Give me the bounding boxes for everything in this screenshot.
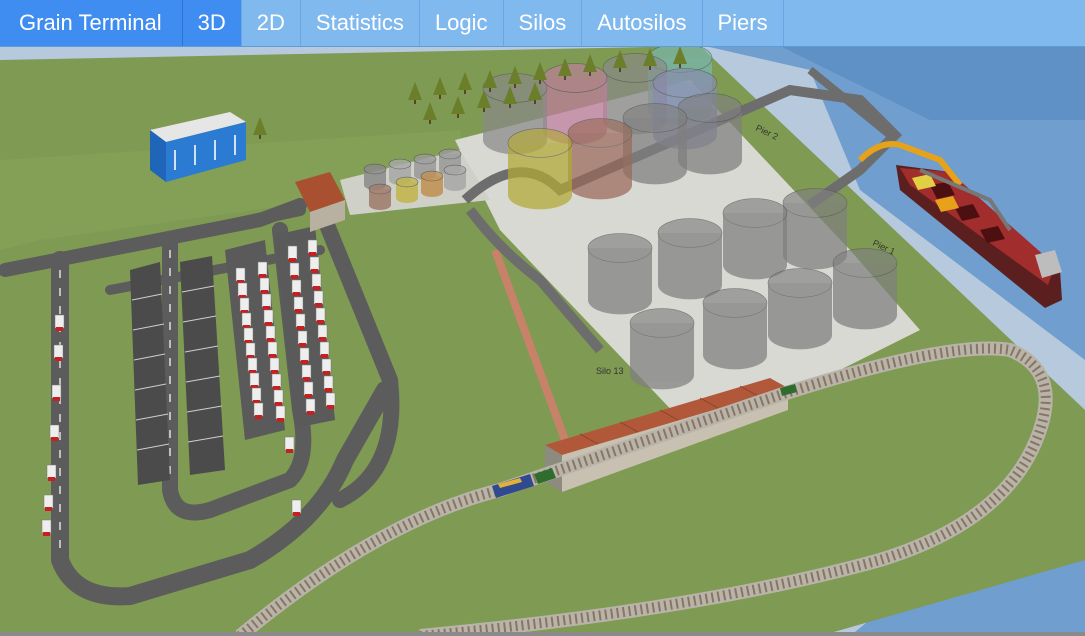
- truck: [313, 290, 324, 307]
- silo: [832, 248, 898, 330]
- truck: [46, 464, 57, 481]
- truck: [315, 307, 326, 324]
- silo: [702, 288, 768, 370]
- truck: [323, 375, 334, 392]
- truck: [307, 239, 318, 256]
- silo: [420, 170, 444, 197]
- truck: [261, 293, 272, 310]
- truck: [263, 309, 274, 326]
- viewport-bottom-border: [0, 632, 1085, 636]
- truck: [235, 267, 246, 284]
- truck: [239, 297, 250, 314]
- tab-logic[interactable]: Logic: [420, 0, 504, 46]
- tab-statistics[interactable]: Statistics: [301, 0, 420, 46]
- truck: [301, 364, 312, 381]
- truck: [289, 262, 300, 279]
- truck: [269, 357, 280, 374]
- truck: [43, 494, 54, 511]
- silo-13-label: Silo 13: [596, 366, 624, 376]
- truck: [317, 324, 328, 341]
- silo: [507, 128, 573, 210]
- truck: [309, 256, 320, 273]
- silo: [368, 183, 392, 210]
- silo: [677, 93, 743, 175]
- truck: [49, 424, 60, 441]
- truck: [251, 387, 262, 404]
- silo: [443, 164, 467, 191]
- truck: [299, 347, 310, 364]
- truck: [297, 330, 308, 347]
- truck: [253, 402, 264, 419]
- truck: [311, 273, 322, 290]
- truck: [275, 405, 286, 422]
- truck: [319, 341, 330, 358]
- silo: [622, 103, 688, 185]
- silo: [587, 233, 653, 315]
- truck: [247, 357, 258, 374]
- scene-canvas[interactable]: Pier 1 Pier 2 Silo 13: [0, 46, 1085, 636]
- silo: [767, 268, 833, 350]
- truck: [249, 372, 260, 389]
- truck: [241, 312, 252, 329]
- truck: [284, 436, 295, 453]
- tab-piers[interactable]: Piers: [703, 0, 784, 46]
- truck: [51, 384, 62, 401]
- app-title[interactable]: Grain Terminal: [0, 0, 183, 46]
- truck: [245, 342, 256, 359]
- truck: [273, 389, 284, 406]
- truck: [303, 381, 314, 398]
- truck: [271, 373, 282, 390]
- 3d-viewport[interactable]: Pier 1 Pier 2 Silo 13: [0, 46, 1085, 636]
- truck: [267, 341, 278, 358]
- truck: [53, 344, 64, 361]
- silo: [722, 198, 788, 280]
- truck: [41, 519, 52, 536]
- truck: [265, 325, 276, 342]
- truck: [287, 245, 298, 262]
- silo: [567, 118, 633, 200]
- truck: [237, 282, 248, 299]
- truck: [295, 313, 306, 330]
- top-navigation-bar: Grain Terminal 3D 2D Statistics Logic Si…: [0, 0, 1085, 47]
- truck: [257, 261, 268, 278]
- truck: [325, 392, 336, 409]
- truck: [243, 327, 254, 344]
- tab-3d[interactable]: 3D: [182, 0, 242, 46]
- truck: [54, 314, 65, 331]
- truck: [293, 296, 304, 313]
- silo: [629, 308, 695, 390]
- silo: [657, 218, 723, 300]
- tab-autosilos[interactable]: Autosilos: [582, 0, 703, 46]
- tab-2d[interactable]: 2D: [242, 0, 301, 46]
- truck: [259, 277, 270, 294]
- tab-silos[interactable]: Silos: [504, 0, 583, 46]
- truck: [291, 499, 302, 516]
- truck: [321, 358, 332, 375]
- truck: [291, 279, 302, 296]
- silo: [395, 176, 419, 203]
- truck: [305, 398, 316, 415]
